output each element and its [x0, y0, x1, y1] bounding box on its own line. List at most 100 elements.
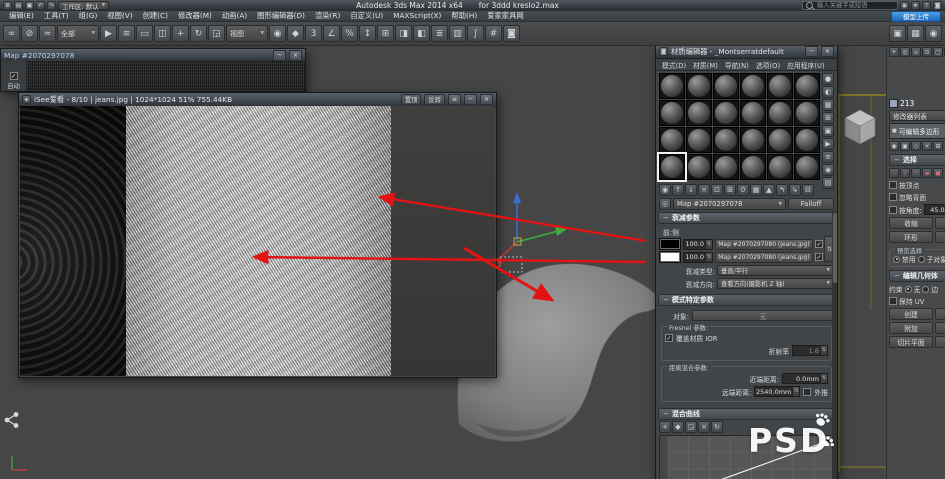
side-color-swatch[interactable] — [659, 251, 681, 263]
slice-plane-button[interactable]: 切片平面 — [889, 336, 933, 348]
sample-slot-8[interactable] — [713, 100, 739, 126]
material-id-icon[interactable]: 0 — [737, 184, 749, 196]
collapse-button[interactable]: 塌陷 — [935, 308, 945, 320]
make-preview-icon[interactable]: ▶ — [822, 138, 834, 150]
move-icon[interactable]: + — [172, 25, 189, 42]
material-name-dropdown[interactable]: Map #2070297078▼ — [673, 198, 786, 210]
auto-update-checkbox[interactable]: ✓ — [10, 72, 18, 80]
border-mode-icon[interactable]: ◠ — [911, 168, 921, 178]
make-copy-icon[interactable]: ⊡ — [711, 184, 723, 196]
select-by-name-icon[interactable]: ≡ — [118, 25, 135, 42]
menu-item-4[interactable]: 创建(C) — [138, 11, 173, 21]
tab-hierarchy-icon[interactable]: ⌂ — [911, 47, 921, 57]
window-crossing-icon[interactable]: ◫ — [154, 25, 171, 42]
by-vertex-checkbox[interactable] — [889, 181, 897, 189]
pick-material-icon[interactable]: ◎ — [659, 198, 671, 210]
menu-item-0[interactable]: 编辑(E) — [4, 11, 39, 21]
align-icon[interactable]: ◧ — [413, 25, 430, 42]
options-icon[interactable]: ≡ — [822, 151, 834, 163]
sample-uv-icon[interactable]: ⊟ — [802, 184, 814, 196]
menu-item-8[interactable]: 渲染(R) — [310, 11, 345, 21]
render-setup-icon[interactable]: ▣ — [889, 25, 906, 42]
sample-slot-5[interactable] — [794, 73, 820, 99]
delete-point-icon[interactable]: × — [698, 421, 710, 433]
stack-item-editable-poly[interactable]: ■ 可编辑多边形 — [890, 124, 945, 138]
front-map-button[interactable]: Map #2070297080 (jeans.jpg) — [715, 239, 813, 250]
menu-item-6[interactable]: 动画(A) — [217, 11, 252, 21]
show-end-result-icon[interactable]: ▣ — [900, 141, 910, 151]
override-ior-checkbox[interactable]: ✓ — [665, 334, 673, 342]
backlight-icon[interactable]: ◐ — [822, 86, 834, 98]
modifier-list-dropdown[interactable]: 修改器列表▼ — [889, 110, 945, 121]
menu-item-3[interactable]: 视图(V) — [102, 11, 137, 21]
workspace-dropdown[interactable]: 工作区: 默认▼ — [58, 1, 109, 10]
redo-icon[interactable]: ↷ — [47, 1, 56, 10]
upload-button[interactable]: 模型上传 — [891, 11, 941, 22]
snap-toggle-icon[interactable]: 3 — [305, 25, 322, 42]
tab-motion-icon[interactable]: ⊙ — [922, 47, 932, 57]
ref-coord-dropdown[interactable]: 视图▼ — [226, 25, 268, 42]
sample-tiling-icon[interactable]: ⊞ — [822, 112, 834, 124]
pivot-center-icon[interactable]: ◉ — [269, 25, 286, 42]
background-icon[interactable]: ▦ — [822, 99, 834, 111]
by-angle-checkbox[interactable] — [889, 206, 897, 214]
selection-rollout-header[interactable]: 选择 — [889, 154, 945, 166]
selection-filter-dropdown[interactable]: 全部▼ — [57, 25, 99, 42]
sample-slot-10[interactable] — [767, 100, 793, 126]
object-pick-button[interactable]: 无 — [692, 310, 834, 321]
vertex-mode-icon[interactable]: ∴ — [889, 168, 899, 178]
sample-slot-16[interactable] — [767, 127, 793, 153]
favorites-icon[interactable]: ★ — [911, 1, 920, 10]
mode-params-rollout-header[interactable]: 模式特定参数 — [658, 294, 835, 306]
object-name-field[interactable]: 213 — [900, 99, 914, 108]
show-map-viewport-icon[interactable]: ▦ — [750, 184, 762, 196]
sample-slot-12[interactable] — [659, 127, 685, 153]
sample-type-icon[interactable]: ● — [822, 73, 834, 85]
mix-curve-editor[interactable] — [659, 435, 834, 479]
me-menu-item-2[interactable]: 导航(N) — [722, 60, 752, 70]
rotate-icon[interactable]: ↻ — [190, 25, 207, 42]
unlink-icon[interactable]: ⊘ — [21, 25, 38, 42]
menu-icon[interactable]: ≡ — [448, 94, 461, 105]
go-parent-icon[interactable]: ↰ — [776, 184, 788, 196]
sample-slot-6[interactable] — [659, 100, 685, 126]
loop-button[interactable]: 循环 — [935, 231, 945, 243]
pin-stack-icon[interactable]: ◉ — [889, 141, 899, 151]
falloff-rollout-header[interactable]: 衰减参数 — [658, 212, 835, 224]
tab-display-icon[interactable]: ▢ — [933, 47, 943, 57]
schematic-view-icon[interactable]: # — [485, 25, 502, 42]
preview-subobj-radio[interactable] — [918, 256, 925, 263]
sample-slot-21[interactable] — [740, 154, 766, 180]
extrapolate-checkbox[interactable] — [803, 388, 811, 396]
edit-geometry-rollout-header[interactable]: 编辑几何体 — [889, 270, 945, 282]
assign-material-icon[interactable]: ↓ — [685, 184, 697, 196]
select-by-material-icon[interactable]: ◉ — [822, 164, 834, 176]
side-map-button[interactable]: Map #2070297080 (jeans.jpg) — [715, 252, 813, 263]
scale-point-icon[interactable]: ◲ — [685, 421, 697, 433]
preserve-uv-checkbox[interactable] — [889, 297, 897, 305]
sample-slot-0[interactable] — [659, 73, 685, 99]
infocenter-icon[interactable]: ◙ — [933, 1, 942, 10]
front-map-enable-checkbox[interactable]: ✓ — [815, 240, 823, 248]
put-library-icon[interactable]: ⊞ — [724, 184, 736, 196]
sample-slot-23[interactable] — [794, 154, 820, 180]
help-icon[interactable]: ? — [922, 1, 931, 10]
remove-modifier-icon[interactable]: × — [922, 141, 932, 151]
me-menu-item-1[interactable]: 材质(M) — [690, 60, 721, 70]
me-menu-item-3[interactable]: 选项(O) — [753, 60, 783, 70]
object-color-swatch[interactable] — [889, 99, 898, 108]
sample-slot-17[interactable] — [794, 127, 820, 153]
minimize-icon[interactable]: ─ — [805, 46, 818, 57]
spinner-snap-icon[interactable]: ↕ — [359, 25, 376, 42]
rect-region-icon[interactable]: ▭ — [136, 25, 153, 42]
mirror-icon[interactable]: ◨ — [395, 25, 412, 42]
manipulate-icon[interactable]: ◆ — [287, 25, 304, 42]
close-icon[interactable]: × — [480, 94, 493, 105]
minimize-icon[interactable]: ─ — [464, 94, 477, 105]
sample-slot-7[interactable] — [686, 100, 712, 126]
sample-slot-2[interactable] — [713, 73, 739, 99]
tab-modify-icon[interactable]: ◎ — [900, 47, 910, 57]
configure-icon[interactable]: ⊞ — [933, 141, 943, 151]
far-distance-spinner[interactable]: 2540.0mm⇅ — [754, 386, 800, 397]
tab-create-icon[interactable]: + — [889, 47, 899, 57]
